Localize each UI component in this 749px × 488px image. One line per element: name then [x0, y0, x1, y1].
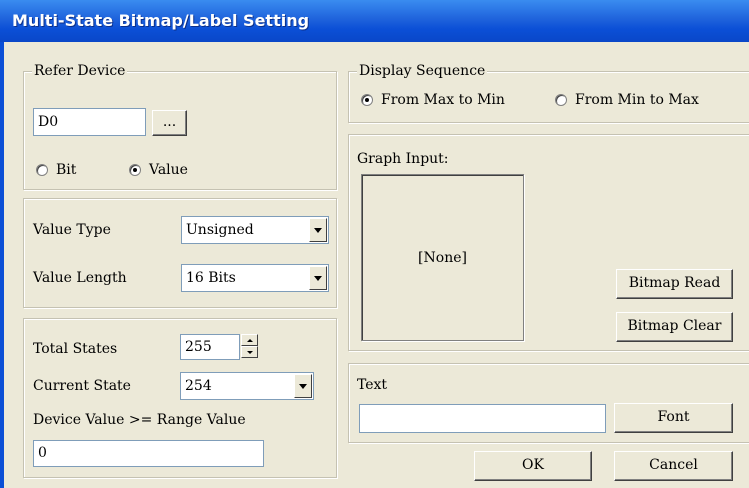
current-state-select[interactable]: 254 [180, 372, 314, 400]
radio-bit[interactable]: Bit [36, 162, 76, 178]
radio-min-to-max-indicator [555, 94, 567, 106]
current-state-label: Current State [33, 378, 131, 394]
graph-preview-text: [None] [418, 249, 467, 266]
browse-device-button[interactable]: ... [152, 110, 187, 136]
value-type-select[interactable]: Unsigned [181, 216, 329, 244]
window-left-border [0, 42, 4, 488]
chevron-down-icon [314, 227, 322, 233]
chevron-down-icon [246, 350, 253, 354]
total-states-label: Total States [33, 341, 118, 357]
value-length-dropdown-button[interactable] [309, 266, 327, 290]
text-input[interactable] [359, 404, 606, 433]
value-type-dropdown-button[interactable] [309, 218, 327, 242]
value-length-selected: 16 Bits [186, 270, 236, 286]
radio-min-to-max-label: From Min to Max [575, 92, 699, 108]
cancel-button[interactable]: Cancel [614, 451, 733, 481]
bitmap-clear-button[interactable]: Bitmap Clear [616, 312, 733, 342]
graph-preview: [None] [361, 174, 524, 341]
chevron-down-icon [314, 275, 322, 281]
radio-value-label: Value [149, 162, 188, 178]
display-sequence-legend: Display Sequence [357, 63, 488, 79]
value-length-label: Value Length [33, 270, 127, 286]
value-type-label: Value Type [33, 222, 111, 238]
radio-max-to-min-label: From Max to Min [381, 92, 505, 108]
device-input[interactable]: D0 [33, 108, 146, 136]
radio-max-to-min[interactable]: From Max to Min [361, 92, 505, 108]
chevron-down-icon [299, 383, 307, 389]
value-length-select[interactable]: 16 Bits [181, 264, 329, 292]
total-states-spinner[interactable] [241, 334, 258, 358]
ok-button[interactable]: OK [474, 451, 592, 481]
radio-bit-indicator [36, 164, 48, 176]
bitmap-read-button[interactable]: Bitmap Read [616, 269, 733, 299]
spin-up-button[interactable] [241, 334, 258, 346]
radio-min-to-max[interactable]: From Min to Max [555, 92, 699, 108]
radio-value[interactable]: Value [129, 162, 188, 178]
range-value-label: Device Value >= Range Value [33, 412, 246, 428]
total-states-input[interactable]: 255 [180, 334, 240, 360]
graph-input-label: Graph Input: [357, 151, 449, 167]
text-label: Text [357, 377, 388, 393]
range-value-input[interactable]: 0 [33, 440, 264, 467]
current-state-dropdown-button[interactable] [294, 374, 312, 398]
chevron-up-icon [246, 338, 253, 342]
refer-device-legend: Refer Device [32, 63, 128, 79]
radio-bit-label: Bit [56, 162, 77, 178]
spin-down-button[interactable] [241, 346, 258, 358]
value-type-selected: Unsigned [186, 222, 254, 238]
current-state-selected: 254 [185, 378, 212, 394]
radio-max-to-min-indicator [361, 94, 373, 106]
window-title: Multi-State Bitmap/Label Setting [0, 0, 749, 42]
radio-value-indicator [129, 164, 141, 176]
font-button[interactable]: Font [614, 403, 733, 433]
